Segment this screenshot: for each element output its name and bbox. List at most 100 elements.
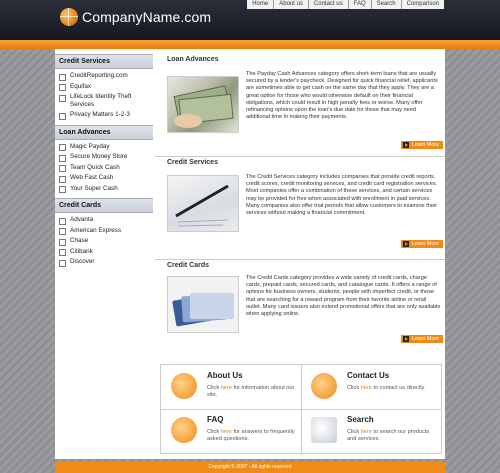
sidebar-item[interactable]: Secure Money Store (55, 152, 153, 163)
box-text: to contact us directly (371, 385, 425, 391)
credit-cards-image (167, 276, 239, 333)
sidebar-item[interactable]: Equifax (55, 82, 153, 93)
checkbox-icon (59, 154, 66, 162)
sidebar-item[interactable]: Chase (55, 236, 153, 247)
box-title: Search (347, 415, 374, 424)
sidebar-heading-credit-services: Credit Services (55, 54, 153, 69)
sidebar-item[interactable]: Your Super Cash (55, 184, 153, 195)
sidebar-item-label: Your Super Cash (70, 184, 118, 192)
nav-home[interactable]: Home (247, 0, 273, 9)
learn-more-button[interactable]: Learn More (400, 240, 443, 248)
box-title: About Us (207, 371, 243, 380)
sidebar-item[interactable]: Discover (55, 257, 153, 268)
checkbox-icon (59, 217, 66, 225)
sidebar-item-label: Team Quick Cash (70, 163, 120, 171)
learn-more-button[interactable]: Learn More (400, 141, 443, 149)
button-label: Learn More (411, 142, 439, 148)
sidebar-item-label: Discover (70, 258, 95, 266)
sidebar-item-label: LifeLock Identity Theft Services (70, 93, 132, 109)
box-text: Click (347, 385, 361, 391)
box-description: Click here to search our products and se… (347, 429, 437, 443)
arrow-icon (402, 142, 409, 148)
sidebar-item-label: Citibank (70, 247, 93, 255)
arrow-icon (402, 241, 409, 247)
checkbox-icon (59, 186, 66, 194)
checkbox-icon (59, 73, 66, 81)
box-text: Click (347, 429, 361, 435)
section-text: The Credit Cards category provides a wid… (246, 275, 441, 318)
checkbox-icon (59, 249, 66, 257)
sidebar-item[interactable]: Advanta (55, 215, 153, 226)
pen-paper-image (167, 175, 239, 232)
main-container: Credit Services CreditReporting.com Equi… (55, 49, 445, 459)
here-link[interactable]: here (361, 385, 372, 391)
people-icon (171, 373, 197, 399)
box-description: Click here for answers to frequently ask… (207, 429, 297, 443)
section-title: Loan Advances (167, 56, 219, 63)
top-nav: Home About us Contact us FAQ Search Comp… (247, 0, 444, 9)
section-title: Credit Services (167, 159, 218, 166)
sidebar-item[interactable]: LifeLock Identity Theft Services (55, 92, 153, 110)
checkbox-icon (59, 228, 66, 236)
checkbox-icon (59, 175, 66, 183)
sidebar-item[interactable]: Team Quick Cash (55, 163, 153, 174)
here-link[interactable]: here (361, 429, 372, 435)
magnifier-icon (311, 417, 337, 443)
contact-us-box[interactable]: Contact Us Click here to contact us dire… (301, 365, 441, 410)
sidebar-item[interactable]: Magic Payday (55, 142, 153, 153)
faq-box[interactable]: FAQ Click here for answers to frequently… (161, 409, 302, 453)
checkbox-icon (59, 259, 66, 267)
about-us-box[interactable]: About Us Click here for information abou… (161, 365, 302, 410)
header: CompanyName.com Home About us Contact us… (0, 0, 500, 40)
info-boxes: About Us Click here for information abou… (160, 364, 442, 454)
checkbox-icon (59, 84, 66, 91)
sidebar-heading-credit-cards: Credit Cards (55, 198, 153, 214)
section-text: The Payday Cash Advances category offers… (246, 71, 438, 121)
sidebar-item[interactable]: American Express (55, 226, 153, 237)
box-text: Click (207, 385, 221, 391)
learn-more-button[interactable]: Learn More (400, 335, 443, 343)
box-title: FAQ (207, 415, 224, 424)
here-link[interactable]: here (221, 429, 232, 435)
section-loan-advances: Loan Advances The Payday Cash Advances c… (155, 54, 445, 157)
checkbox-icon (59, 144, 66, 152)
phone-icon (311, 373, 337, 399)
header-accent-bar (0, 40, 500, 49)
button-label: Learn More (411, 336, 439, 342)
nav-about-us[interactable]: About us (273, 0, 308, 9)
sidebar-item-label: Advanta (70, 216, 94, 224)
sidebar-heading-loan-advances: Loan Advances (55, 124, 153, 140)
here-link[interactable]: here (221, 385, 232, 391)
globe-icon (60, 8, 78, 26)
checkbox-icon (59, 112, 66, 120)
nav-search[interactable]: Search (370, 0, 401, 9)
nav-comparison[interactable]: Comparison (400, 0, 444, 9)
section-credit-services: Credit Services The Credit Services cate… (155, 157, 445, 260)
sidebar-item-label: American Express (70, 226, 122, 234)
checkbox-icon (59, 94, 66, 102)
nav-faq[interactable]: FAQ (347, 0, 371, 9)
sidebar-item-label: Privacy Matters 1-2-3 (70, 111, 130, 119)
checkbox-icon (59, 165, 66, 173)
money-image (167, 76, 239, 133)
box-description: Click here to contact us directly (347, 385, 437, 392)
nav-contact-us[interactable]: Contact us (307, 0, 348, 9)
sidebar-item-label: Magic Payday (70, 142, 110, 150)
sidebar-item-label: CreditReporting.com (70, 72, 128, 79)
sidebar-item[interactable]: Web Fast Cash (55, 173, 153, 184)
footer: Copyright © 2007 - All rights reserved (55, 462, 445, 473)
section-title: Credit Cards (167, 262, 210, 269)
sidebar-item[interactable]: CreditReporting.com (55, 71, 153, 82)
question-icon (171, 417, 197, 443)
search-box[interactable]: Search Click here to search our products… (301, 409, 441, 453)
box-text: Click (207, 429, 221, 435)
section-credit-cards: Credit Cards The Credit Cards category p… (155, 260, 445, 360)
sidebar-item[interactable]: Privacy Matters 1-2-3 (55, 110, 153, 121)
box-title: Contact Us (347, 371, 390, 380)
sidebar: Credit Services CreditReporting.com Equi… (55, 54, 153, 272)
sidebar-item[interactable]: Citibank (55, 247, 153, 258)
logo[interactable]: CompanyName.com (60, 8, 211, 26)
sidebar-item-label: Equifax (70, 82, 92, 90)
sidebar-item-label: Secure Money Store (70, 153, 128, 161)
arrow-icon (402, 336, 409, 342)
